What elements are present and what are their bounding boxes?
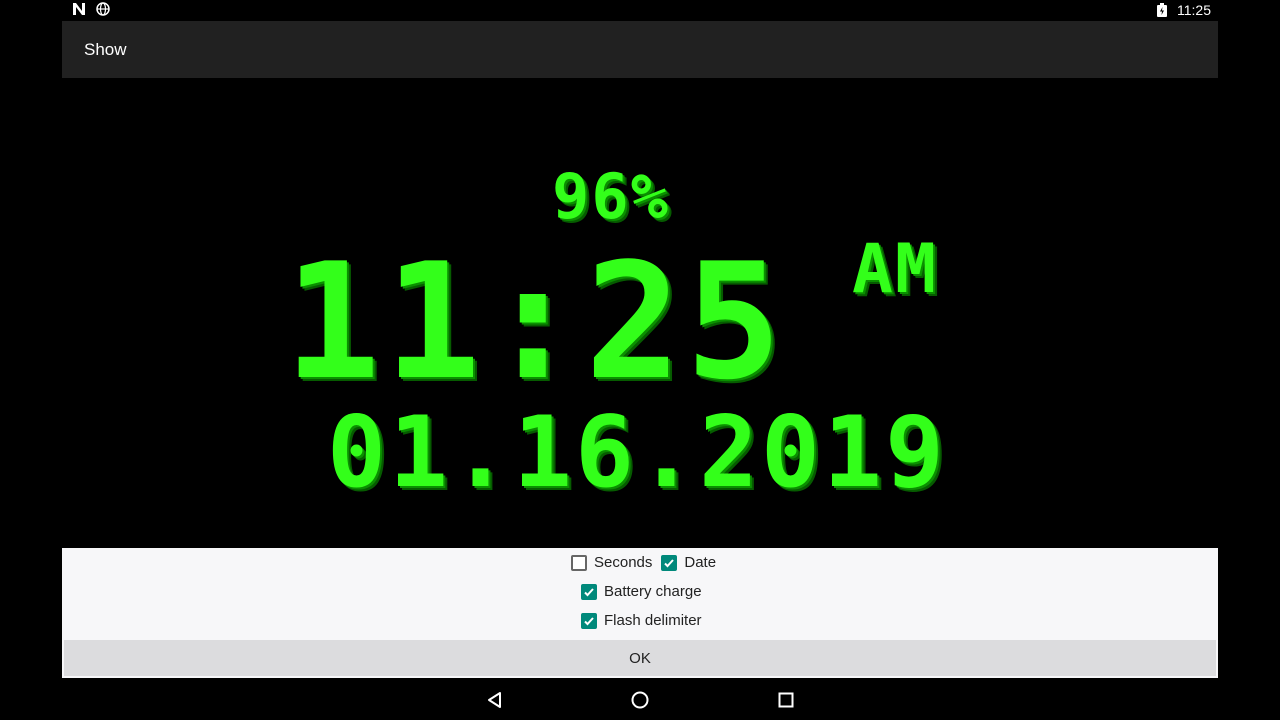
clock-date: 01.16.2019	[327, 396, 948, 510]
recents-icon[interactable]	[776, 690, 796, 710]
page-title: Show	[84, 40, 127, 59]
seconds-label: Seconds	[594, 554, 653, 571]
seconds-checkbox[interactable]	[571, 554, 587, 571]
status-time: 11:25	[1177, 2, 1211, 18]
battery-charge-label: Battery charge	[604, 583, 702, 600]
clock-display: 96% 11:25 AM 01.16.2019	[62, 78, 1218, 548]
check-icon	[584, 616, 594, 625]
battery-percentage: 96%	[552, 160, 670, 233]
title-bar: Show	[62, 21, 1218, 78]
n-icon	[72, 2, 86, 16]
home-icon[interactable]	[630, 690, 650, 710]
status-bar: 11:25	[0, 0, 1280, 20]
navigation-bar	[0, 680, 1280, 720]
battery-charge-option[interactable]: Battery charge	[581, 583, 702, 600]
clock-ampm: AM	[852, 230, 938, 309]
battery-charge-checkbox[interactable]	[581, 583, 597, 600]
seconds-option[interactable]: Seconds	[571, 554, 652, 571]
flash-delimiter-checkbox[interactable]	[581, 612, 597, 629]
back-icon[interactable]	[484, 690, 504, 710]
clock-time: 11:25	[284, 228, 786, 415]
globe-icon	[96, 2, 110, 16]
battery-charging-icon	[1157, 3, 1171, 17]
check-icon	[664, 558, 675, 567]
check-icon	[584, 587, 594, 596]
date-label: Date	[684, 554, 717, 571]
date-option[interactable]: Date	[661, 554, 716, 571]
flash-delimiter-option[interactable]: Flash delimiter	[581, 612, 702, 629]
flash-delimiter-label: Flash delimiter	[604, 612, 702, 629]
ok-button[interactable]: OK	[64, 640, 1216, 676]
options-panel: Seconds Date Battery charge Flash delimi…	[62, 548, 1218, 678]
date-checkbox[interactable]	[661, 554, 678, 571]
options-row-1: Seconds Date	[571, 554, 716, 571]
